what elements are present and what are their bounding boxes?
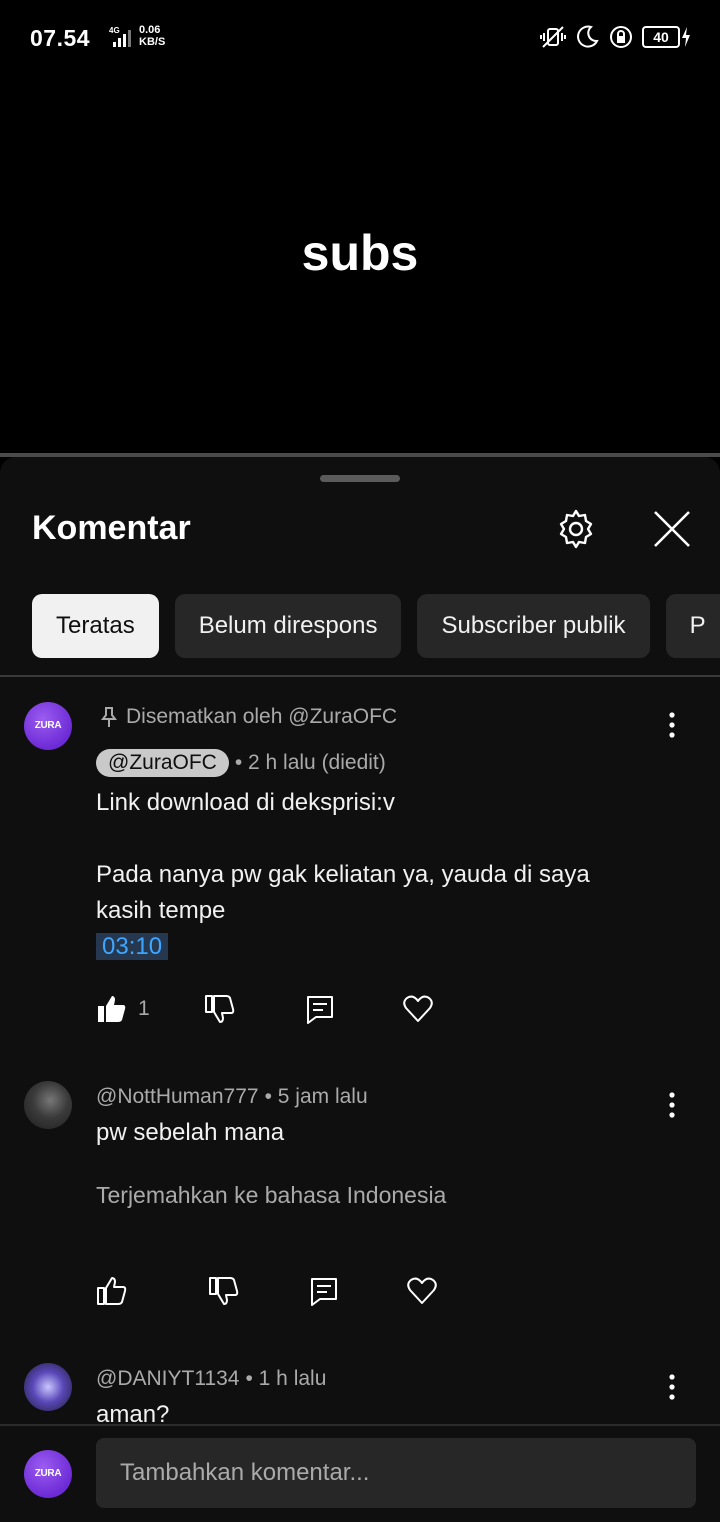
author-handle[interactable]: @NottHuman777 (96, 1085, 259, 1109)
reply-icon[interactable] (308, 1275, 340, 1307)
author-handle[interactable]: @DANIYT1134 (96, 1367, 239, 1391)
filter-chips: Teratas Belum direspons Subscriber publi… (32, 594, 720, 658)
chip-teratas[interactable]: Teratas (32, 594, 159, 658)
chip-more[interactable]: P (665, 594, 720, 658)
video-player[interactable]: subs (0, 76, 720, 454)
chip-belum-direspons[interactable]: Belum direspons (174, 594, 402, 658)
add-comment-bar: ZURA OFC (0, 1424, 720, 1522)
avatar[interactable] (24, 1081, 72, 1129)
close-icon[interactable] (650, 507, 694, 551)
translate-link[interactable]: Terjemahkan ke bahasa Indonesia (96, 1182, 446, 1209)
like-icon[interactable] (96, 1275, 128, 1307)
pin-icon (101, 707, 117, 727)
avatar[interactable]: ZURA OFC (24, 702, 72, 750)
lock-rotation-icon (610, 26, 632, 48)
comment-actions: 1 (96, 993, 434, 1025)
comment-meta: @DANIYT1134 • 1 h lalu (96, 1367, 326, 1391)
vibrate-off-icon (540, 26, 566, 48)
more-vert-icon[interactable] (660, 1372, 684, 1402)
signal-icon: 4G (109, 26, 131, 47)
comments-panel: Komentar Teratas Belum direspons Subscri… (0, 457, 720, 1520)
video-overlay-text: subs (301, 225, 419, 281)
dislike-icon[interactable] (208, 1275, 240, 1307)
svg-text:4G: 4G (109, 26, 120, 35)
chip-subscriber-publik[interactable]: Subscriber publik (417, 594, 650, 658)
drag-handle[interactable] (320, 475, 400, 482)
comment-meta: @NottHuman777 • 5 jam lalu (96, 1085, 368, 1109)
user-avatar[interactable]: ZURA OFC (24, 1450, 72, 1498)
comment-time: • 5 jam lalu (264, 1085, 368, 1108)
comment-actions (96, 1275, 438, 1307)
like-icon[interactable] (96, 993, 128, 1025)
heart-icon[interactable] (402, 993, 434, 1025)
status-icons: 40 (540, 24, 692, 50)
comment-time: • 1 h lalu (245, 1367, 327, 1390)
divider (0, 675, 720, 677)
dislike-icon[interactable] (204, 993, 236, 1025)
reply-icon[interactable] (304, 993, 336, 1025)
pinned-label: Disematkan oleh @ZuraOFC (100, 705, 397, 729)
add-comment-input[interactable] (96, 1438, 696, 1508)
heart-icon[interactable] (406, 1275, 438, 1307)
settings-gear-icon[interactable] (554, 507, 598, 551)
moon-icon (577, 25, 599, 48)
panel-title: Komentar (32, 509, 191, 547)
timestamp-link[interactable]: 03:10 (96, 933, 169, 960)
author-handle[interactable]: @ZuraOFC (96, 749, 229, 777)
charging-icon (682, 27, 690, 47)
status-time: 07.54 (30, 25, 91, 51)
comment-text: Link download di deksprisi:v Pada nanya … (96, 789, 590, 960)
more-vert-icon[interactable] (660, 1090, 684, 1120)
more-vert-icon[interactable] (660, 710, 684, 740)
status-bar: 07.54 4G 0.06 KB/S 40 (0, 0, 720, 76)
comment-time: • 2 h lalu (diedit) (234, 751, 386, 774)
battery-icon: 40 (642, 26, 692, 48)
like-count: 1 (138, 997, 150, 1020)
avatar[interactable] (24, 1363, 72, 1411)
network-speed: 0.06 KB/S (139, 24, 166, 48)
comment-meta: @ZuraOFC • 2 h lalu (diedit) (96, 749, 386, 777)
comment-text: pw sebelah mana (96, 1119, 285, 1146)
